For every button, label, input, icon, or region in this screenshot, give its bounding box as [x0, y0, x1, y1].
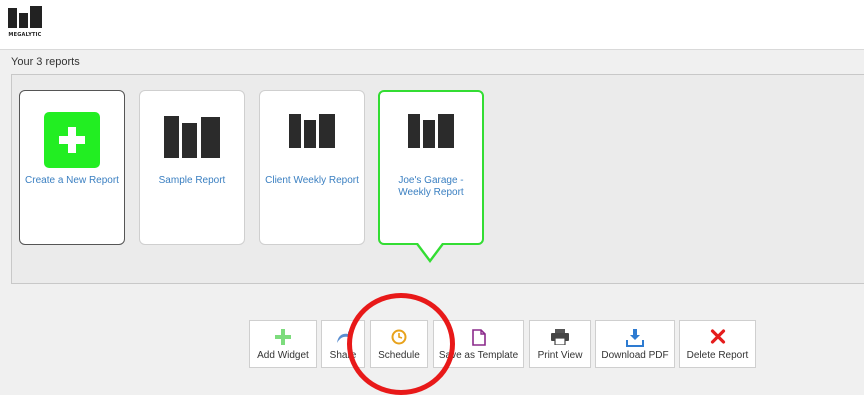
document-icon	[471, 329, 486, 346]
plus-icon	[44, 112, 100, 168]
add-icon	[275, 329, 291, 345]
reports-count-title: Your 3 reports	[11, 56, 80, 68]
logo-text: MEGALYTIC	[8, 32, 42, 38]
bar-chart-icon	[164, 116, 220, 158]
report-card-joes-garage[interactable]: Joe's Garage - Weekly Report	[378, 90, 484, 245]
schedule-button[interactable]: Schedule	[370, 320, 428, 368]
report-card-sample[interactable]: Sample Report	[139, 90, 245, 245]
create-report-card[interactable]: Create a New Report	[19, 90, 125, 245]
print-view-button[interactable]: Print View	[529, 320, 591, 368]
logo-bars-icon	[8, 6, 42, 28]
print-view-label: Print View	[537, 350, 583, 361]
card-label: Joe's Garage - Weekly Report	[398, 175, 464, 198]
bar-chart-icon	[289, 114, 335, 148]
card-label: Create a New Report	[25, 175, 119, 186]
share-button[interactable]: Share	[321, 320, 365, 368]
selected-card-pointer-fill	[418, 243, 442, 259]
clock-icon	[391, 329, 407, 345]
schedule-label: Schedule	[378, 350, 420, 361]
top-bar: MEGALYTIC	[0, 0, 864, 50]
delete-x-icon	[710, 329, 725, 344]
bar-chart-icon	[408, 114, 454, 148]
download-icon	[626, 329, 644, 347]
save-as-template-label: Save as Template	[438, 350, 519, 361]
download-pdf-label: Download PDF	[601, 350, 669, 361]
add-widget-button[interactable]: Add Widget	[249, 320, 317, 368]
report-card-client-weekly[interactable]: Client Weekly Report	[259, 90, 365, 245]
download-pdf-button[interactable]: Download PDF	[595, 320, 675, 368]
card-label: Sample Report	[158, 175, 226, 186]
share-label: Share	[329, 350, 357, 361]
megalytic-logo[interactable]: MEGALYTIC	[8, 6, 42, 40]
share-icon	[337, 331, 351, 343]
delete-report-label: Delete Report	[686, 350, 749, 361]
delete-report-button[interactable]: Delete Report	[679, 320, 756, 368]
printer-icon	[551, 329, 569, 345]
add-widget-label: Add Widget	[257, 350, 309, 361]
save-as-template-button[interactable]: Save as Template	[433, 320, 524, 368]
card-label: Client Weekly Report	[265, 175, 359, 186]
